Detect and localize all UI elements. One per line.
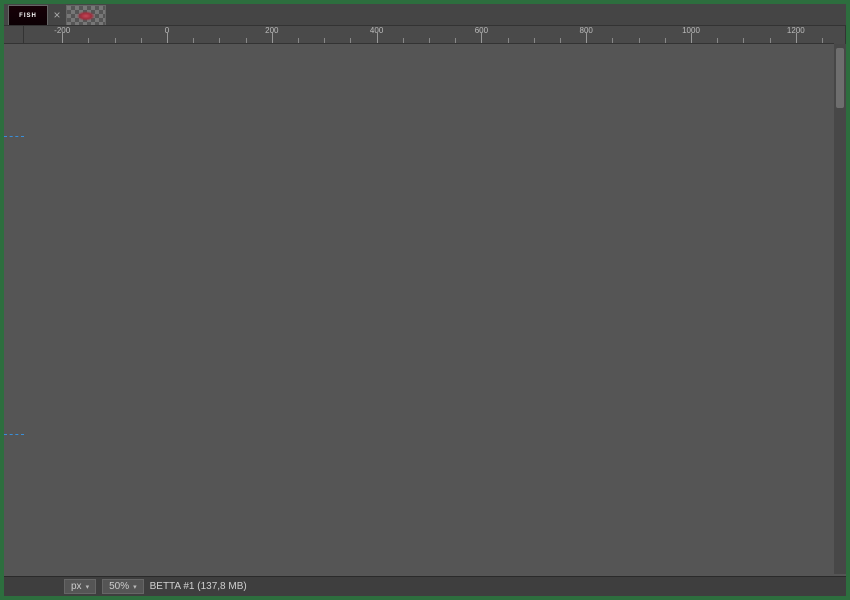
horizontal-ruler[interactable]: -200020040060080010001200	[24, 26, 834, 44]
vertical-scrollbar[interactable]	[834, 44, 846, 574]
workspace: -200020040060080010001200	[4, 26, 846, 574]
zoom-dropdown[interactable]: 50%▾	[102, 579, 144, 594]
vertical-ruler[interactable]	[834, 26, 846, 44]
status-bar: px▾ 50%▾ BETTA #1 (137,8 MB)	[4, 576, 846, 596]
unit-dropdown[interactable]: px▾	[64, 579, 96, 594]
chevron-down-icon: ▾	[86, 583, 90, 591]
document-tabstrip: FISH ×	[4, 4, 846, 26]
guide-horizontal[interactable]	[4, 136, 24, 137]
document-info: BETTA #1 (137,8 MB)	[150, 581, 247, 592]
document-tab-1[interactable]: FISH	[8, 5, 48, 25]
document-tab-2[interactable]	[66, 5, 106, 25]
close-tab-1-icon[interactable]: ×	[50, 5, 64, 25]
chevron-down-icon: ▾	[133, 583, 137, 591]
fish-thumbnail-icon	[75, 9, 97, 23]
scrollbar-thumb[interactable]	[836, 48, 844, 108]
canvas-viewport[interactable]: BETTA FISH BEAUTY OF THE FAUNA	[4, 44, 24, 574]
guide-horizontal[interactable]	[4, 434, 24, 435]
ruler-origin[interactable]	[4, 26, 24, 44]
